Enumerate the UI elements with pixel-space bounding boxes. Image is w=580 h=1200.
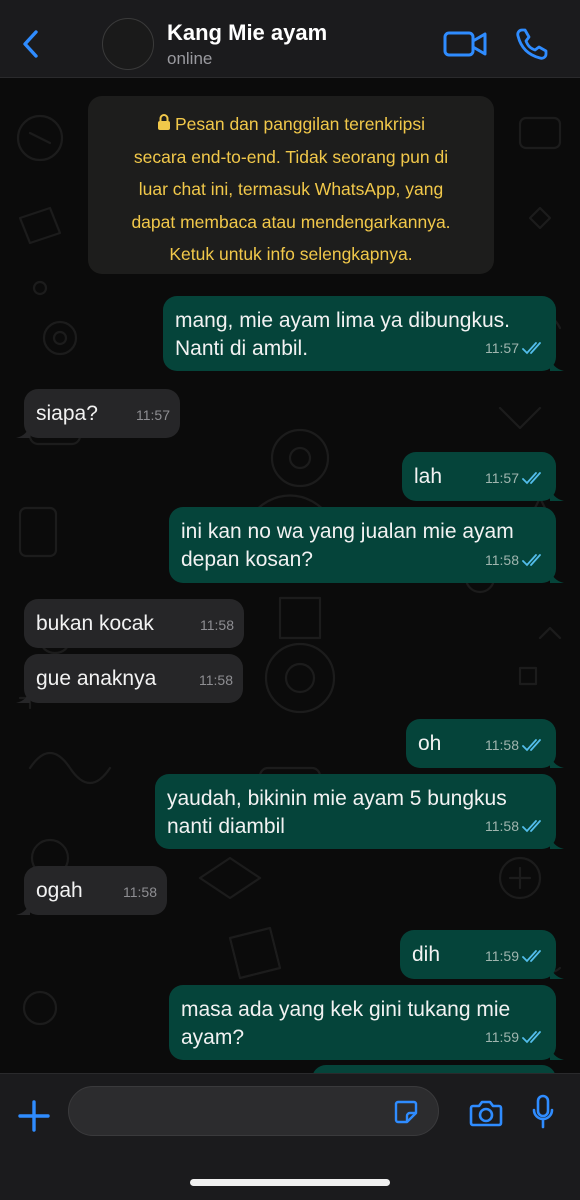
message-time: 11:57 [136, 407, 170, 423]
bubble-tail [550, 1046, 564, 1060]
chat-area[interactable]: Pesan dan panggilan terenkripsi secara e… [0, 78, 580, 1073]
read-ticks-icon [522, 472, 541, 485]
sticker-icon[interactable] [393, 1099, 419, 1125]
message-text: oh [418, 732, 442, 755]
message-time: 11:57 [485, 340, 519, 356]
bubble-tail [16, 689, 30, 703]
encryption-line-1: Pesan dan panggilan terenkripsi [88, 108, 494, 141]
message-text: masa ada yang kek gini tukang mie [181, 998, 511, 1021]
home-indicator [190, 1179, 390, 1186]
message-text: siapa? [36, 402, 98, 425]
message-text: gue anaknya [36, 667, 157, 690]
message-bubble-outgoing[interactable]: dih 11:59 [400, 930, 564, 979]
read-ticks-icon [522, 739, 541, 752]
encryption-notice[interactable]: Pesan dan panggilan terenkripsi secara e… [88, 96, 494, 274]
message-text: ogah [36, 879, 83, 902]
message-text: depan kosan? [181, 548, 313, 571]
encryption-line-2: secara end-to-end. Tidak seorang pun di [133, 146, 449, 167]
message-text: nanti diambil [167, 815, 285, 838]
encryption-line-3: luar chat ini, termasuk WhatsApp, yang [138, 179, 444, 199]
bubble-tail [550, 835, 564, 849]
message-time: 11:58 [199, 672, 233, 688]
message-text: bukan kocak [36, 612, 154, 635]
message-time: 11:58 [485, 737, 519, 753]
message-time: 11:58 [123, 884, 157, 900]
message-time: 11:58 [485, 818, 519, 834]
plus-icon[interactable] [16, 1098, 52, 1134]
message-time: 11:59 [485, 1029, 519, 1045]
bubble-tail [550, 487, 564, 501]
message-bubble-outgoing[interactable]: mang, mie ayam lima ya dibungkus. Nanti … [163, 296, 564, 371]
contact-status: online [167, 49, 213, 68]
bubble-tail [550, 357, 564, 371]
bubble-tail [550, 569, 564, 583]
message-time: 11:59 [485, 948, 519, 964]
message-bubble-outgoing-partial[interactable] [312, 1065, 556, 1073]
message-input[interactable] [68, 1086, 439, 1136]
message-text: mang, mie ayam lima ya dibungkus. [175, 309, 510, 332]
message-time: 11:58 [485, 552, 519, 568]
composer-bar [0, 1073, 580, 1200]
message-text: ini kan no wa yang jualan mie ayam [181, 520, 514, 543]
message-bubble-outgoing[interactable]: ini kan no wa yang jualan mie ayam depan… [169, 507, 564, 583]
message-bubble-outgoing[interactable]: yaudah, bikinin mie ayam 5 bungkus nanti… [155, 774, 564, 849]
message-text: dih [412, 943, 441, 966]
encryption-line-5: Ketuk untuk info selengkapnya. [169, 244, 413, 264]
encryption-line-4: dapat membaca atau mendengarkannya. [131, 211, 451, 232]
message-bubble-incoming[interactable]: siapa? 11:57 [16, 389, 180, 438]
lock-icon [157, 114, 170, 130]
bubble-tail [16, 424, 30, 438]
message-bubble-incoming[interactable]: bukan kocak 11:58 [24, 599, 244, 648]
bubble-tail [550, 754, 564, 768]
bubble-tail [550, 965, 564, 979]
message-bubble-outgoing[interactable]: masa ada yang kek gini tukang mie ayam? … [169, 985, 564, 1060]
read-ticks-icon [522, 820, 541, 833]
contact-avatar[interactable] [102, 18, 154, 70]
microphone-icon[interactable] [531, 1094, 555, 1130]
message-text: ayam? [181, 1026, 245, 1049]
read-ticks-icon [522, 342, 541, 355]
message-text: yaudah, bikinin mie ayam 5 bungkus [167, 787, 507, 810]
message-bubble-outgoing[interactable]: oh 11:58 [406, 719, 564, 768]
read-ticks-icon [522, 950, 541, 963]
video-camera-icon[interactable] [442, 28, 488, 60]
chat-header: Kang Mie ayam online [0, 0, 580, 78]
message-bubble-incoming[interactable]: gue anaknya 11:58 [16, 654, 243, 703]
bubble-tail [16, 901, 30, 915]
message-time: 11:58 [200, 617, 234, 633]
read-ticks-icon [522, 554, 541, 567]
message-text: lah [414, 465, 443, 488]
contact-name[interactable]: Kang Mie ayam [167, 20, 327, 46]
message-time: 11:57 [485, 470, 519, 486]
message-bubble-outgoing[interactable]: lah 11:57 [402, 452, 564, 501]
message-bubble-incoming[interactable]: ogah 11:58 [16, 866, 167, 915]
phone-icon[interactable] [514, 26, 550, 62]
back-chevron-icon[interactable] [16, 26, 46, 62]
message-text: Nanti di ambil. [175, 337, 309, 360]
camera-icon[interactable] [469, 1098, 503, 1128]
read-ticks-icon [522, 1031, 541, 1044]
